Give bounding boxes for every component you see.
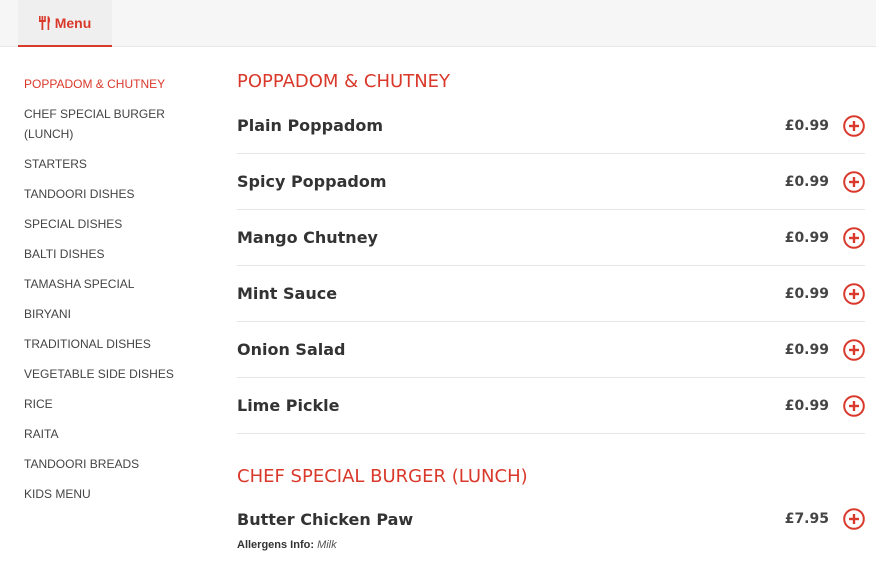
- item-price: £0.99: [784, 285, 829, 302]
- sidebar-item-kids-menu[interactable]: KIDS MENU: [24, 479, 214, 509]
- menu-item-row: Butter Chicken Paw £7.95: [237, 497, 865, 541]
- item-name: Butter Chicken Paw: [237, 509, 414, 529]
- sidebar-item-starters[interactable]: STARTERS: [24, 149, 214, 179]
- menu-item-row: Mint Sauce £0.99: [237, 266, 865, 322]
- menu-item-row: Spicy Poppadom £0.99: [237, 154, 865, 210]
- menu-item-row: Onion Salad £0.99: [237, 322, 865, 378]
- item-price: £0.99: [784, 173, 829, 190]
- item-name: Lime Pickle: [237, 396, 340, 415]
- item-name: Plain Poppadom: [237, 116, 383, 135]
- allergen-info: Allergens Info: Milk: [237, 539, 865, 551]
- item-price: £0.99: [784, 117, 829, 134]
- item-price: £7.95: [784, 511, 829, 527]
- add-to-cart-icon[interactable]: [843, 170, 865, 193]
- sidebar-item-special-dishes[interactable]: SPECIAL DISHES: [24, 209, 214, 239]
- sidebar-item-biryani[interactable]: BIRYANI: [24, 299, 214, 329]
- add-to-cart-icon[interactable]: [843, 338, 865, 361]
- allergen-value: Milk: [317, 539, 337, 551]
- utensils-icon: [38, 15, 50, 30]
- item-price: £0.99: [784, 397, 829, 414]
- section-items: Butter Chicken Paw £7.95 Allergens Info:…: [237, 497, 865, 551]
- item-name: Mint Sauce: [237, 284, 338, 303]
- sidebar-item-rice[interactable]: RICE: [24, 389, 214, 419]
- add-to-cart-icon[interactable]: [843, 282, 865, 305]
- sidebar-item-chef-special-burger[interactable]: CHEF SPECIAL BURGER (LUNCH): [24, 99, 214, 149]
- menu-item-row: Mango Chutney £0.99: [237, 210, 865, 266]
- sidebar-item-raita[interactable]: RAITA: [24, 419, 214, 449]
- item-name: Spicy Poppadom: [237, 172, 387, 191]
- menu-item-row: Lime Pickle £0.99: [237, 378, 865, 434]
- item-name: Mango Chutney: [237, 228, 378, 247]
- tab-menu-label: Menu: [54, 14, 92, 31]
- item-name: Onion Salad: [237, 340, 346, 359]
- top-bar: Menu: [0, 0, 876, 47]
- sidebar-item-balti-dishes[interactable]: BALTI DISHES: [24, 239, 214, 269]
- tab-menu[interactable]: Menu: [18, 0, 112, 47]
- sidebar-item-tamasha-special[interactable]: TAMASHA SPECIAL: [24, 269, 214, 299]
- section-title: POPPADOM & CHUTNEY: [237, 71, 451, 92]
- item-price: £0.99: [784, 229, 829, 246]
- item-price: £0.99: [784, 341, 829, 358]
- add-to-cart-icon[interactable]: [843, 114, 865, 137]
- section-items: Plain Poppadom £0.99 Spicy Poppadom £0.9…: [237, 98, 865, 434]
- add-to-cart-icon[interactable]: [843, 226, 865, 249]
- menu-item-row: Plain Poppadom £0.99: [237, 98, 865, 154]
- sidebar-item-poppadom-chutney[interactable]: POPPADOM & CHUTNEY: [24, 69, 214, 99]
- menu-content: POPPADOM & CHUTNEY Plain Poppadom £0.99 …: [237, 58, 865, 551]
- sidebar-item-tandoori-breads[interactable]: TANDOORI BREADS: [24, 449, 214, 479]
- section-title: CHEF SPECIAL BURGER (LUNCH): [237, 466, 528, 487]
- sidebar-item-vegetable-side-dishes[interactable]: VEGETABLE SIDE DISHES: [24, 359, 214, 389]
- sidebar-item-tandoori-dishes[interactable]: TANDOORI DISHES: [24, 179, 214, 209]
- add-to-cart-icon[interactable]: [843, 394, 865, 417]
- add-to-cart-icon[interactable]: [843, 508, 865, 530]
- sidebar-item-traditional-dishes[interactable]: TRADITIONAL DISHES: [24, 329, 214, 359]
- category-sidebar: POPPADOM & CHUTNEY CHEF SPECIAL BURGER (…: [24, 69, 214, 509]
- allergen-label: Allergens Info:: [237, 539, 315, 551]
